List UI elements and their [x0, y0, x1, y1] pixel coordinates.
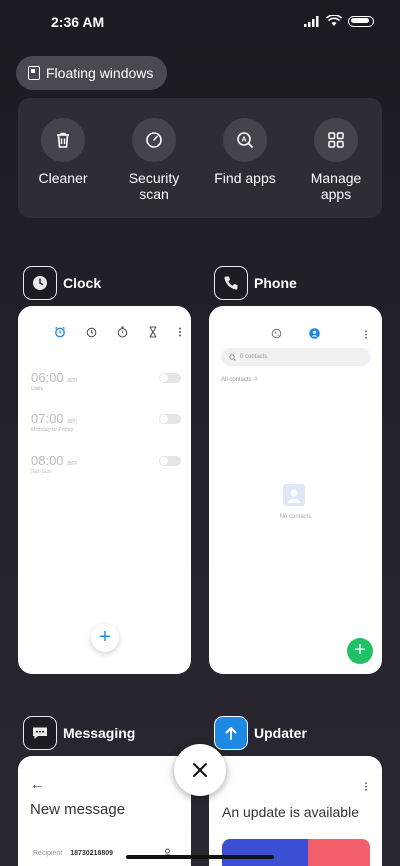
cleaner-button[interactable]: Cleaner	[18, 118, 108, 186]
updater-app-header[interactable]: Updater	[214, 716, 307, 750]
quick-tools-panel: Cleaner Security scan A Find apps Manage…	[18, 98, 382, 218]
alarm-repeat: Daily	[31, 386, 44, 392]
messaging-app-card[interactable]: ← New message Recipient 18730218809	[18, 756, 191, 866]
security-scan-label: Security scan	[128, 170, 180, 202]
updater-app-card[interactable]: An update is available	[209, 756, 382, 866]
alarm-time: 08:00	[31, 453, 64, 468]
gauge-icon	[146, 132, 162, 148]
find-apps-label: Find apps	[214, 170, 276, 186]
status-icons	[304, 15, 374, 27]
phone-icon	[224, 276, 238, 290]
contacts-search-placeholder: 0 contacts	[240, 354, 268, 360]
empty-contacts-label: No contacts	[279, 514, 312, 520]
manage-apps-button[interactable]: Manage apps	[291, 118, 381, 202]
new-message-title: New message	[30, 801, 126, 818]
grid-icon	[328, 132, 344, 148]
close-all-button[interactable]	[174, 744, 226, 796]
timer-icon[interactable]	[148, 326, 158, 338]
floating-windows-label: Floating windows	[46, 65, 154, 81]
messaging-app-title: Messaging	[63, 725, 136, 741]
recipient-value: 18730218809	[70, 850, 114, 857]
update-banner-image	[222, 839, 370, 866]
clock-app-header[interactable]: Clock	[23, 266, 101, 300]
phone-app-header[interactable]: Phone	[214, 266, 297, 300]
stopwatch-icon[interactable]	[117, 326, 128, 338]
clock-app-title: Clock	[63, 275, 102, 291]
recipient-row[interactable]: Recipient 18730218809	[33, 850, 113, 857]
alarm-item[interactable]: 08:00 am Sat-Sun	[31, 453, 181, 475]
alarm-ampm: am	[67, 418, 77, 425]
contacts-search-input[interactable]: 0 contacts	[221, 348, 371, 366]
home-indicator[interactable]	[126, 855, 274, 859]
alarm-toggle[interactable]	[159, 373, 181, 383]
chat-bubble-icon	[33, 727, 47, 739]
contacts-icon[interactable]	[309, 328, 320, 339]
alarm-item[interactable]: 07:00 am Monday to Friday	[31, 411, 181, 433]
trash-icon	[57, 132, 69, 148]
cleaner-label: Cleaner	[38, 170, 88, 186]
search-icon	[229, 353, 236, 361]
alarm-ampm: am	[67, 460, 77, 467]
clock-icon	[33, 276, 47, 290]
wifi-icon	[326, 15, 342, 26]
status-bar: 2:36 AM	[0, 0, 400, 44]
back-arrow-icon[interactable]: ←	[30, 776, 44, 792]
updater-app-title: Updater	[254, 725, 307, 741]
more-icon[interactable]	[364, 330, 368, 339]
add-alarm-button[interactable]: +	[91, 624, 119, 652]
alarm-repeat: Monday to Friday	[31, 427, 74, 433]
close-icon	[193, 763, 207, 777]
floating-window-icon	[28, 66, 40, 80]
phone-app-card[interactable]: 0 contacts All contacts ⇳ No contacts +	[209, 306, 382, 674]
svg-text:A: A	[241, 137, 246, 144]
recipient-label: Recipient	[33, 850, 63, 857]
clock-app-icon	[23, 266, 57, 300]
alarm-toggle[interactable]	[159, 456, 181, 466]
recents-icon[interactable]	[271, 328, 282, 339]
empty-contacts-icon	[283, 484, 305, 506]
contacts-filter-label: All contacts	[221, 377, 252, 383]
battery-icon	[348, 15, 374, 27]
alarm-repeat: Sat-Sun	[31, 469, 51, 475]
more-icon[interactable]	[178, 327, 182, 337]
signal-icon	[304, 15, 319, 27]
messaging-app-icon	[23, 716, 57, 750]
manage-apps-label: Manage apps	[310, 170, 362, 202]
updater-app-icon	[214, 716, 248, 750]
alarm-icon[interactable]	[54, 326, 66, 338]
more-icon[interactable]	[364, 782, 368, 791]
filter-arrow-icon: ⇳	[253, 377, 259, 383]
clock-tabs	[54, 326, 182, 338]
alarm-time: 07:00	[31, 411, 64, 426]
find-apps-button[interactable]: A Find apps	[200, 118, 290, 186]
search-app-icon: A	[237, 132, 253, 148]
update-available-title: An update is available	[222, 804, 359, 820]
alarm-toggle[interactable]	[159, 414, 181, 424]
phone-app-title: Phone	[254, 275, 297, 291]
contacts-filter-dropdown[interactable]: All contacts ⇳	[221, 376, 258, 383]
alarm-ampm: am	[67, 377, 77, 384]
alarm-item[interactable]: 06:00 am Daily	[31, 370, 181, 392]
messaging-app-header[interactable]: Messaging	[23, 716, 135, 750]
floating-windows-button[interactable]: Floating windows	[16, 56, 168, 90]
status-time: 2:36 AM	[51, 14, 105, 30]
world-clock-icon[interactable]	[86, 327, 97, 338]
phone-app-icon	[214, 266, 248, 300]
security-scan-button[interactable]: Security scan	[109, 118, 199, 202]
alarm-time: 06:00	[31, 370, 64, 385]
upload-arrow-icon	[221, 723, 241, 743]
clock-app-card[interactable]: 06:00 am Daily 07:00 am Monday to Friday…	[18, 306, 191, 674]
add-contact-button[interactable]: +	[347, 638, 373, 664]
